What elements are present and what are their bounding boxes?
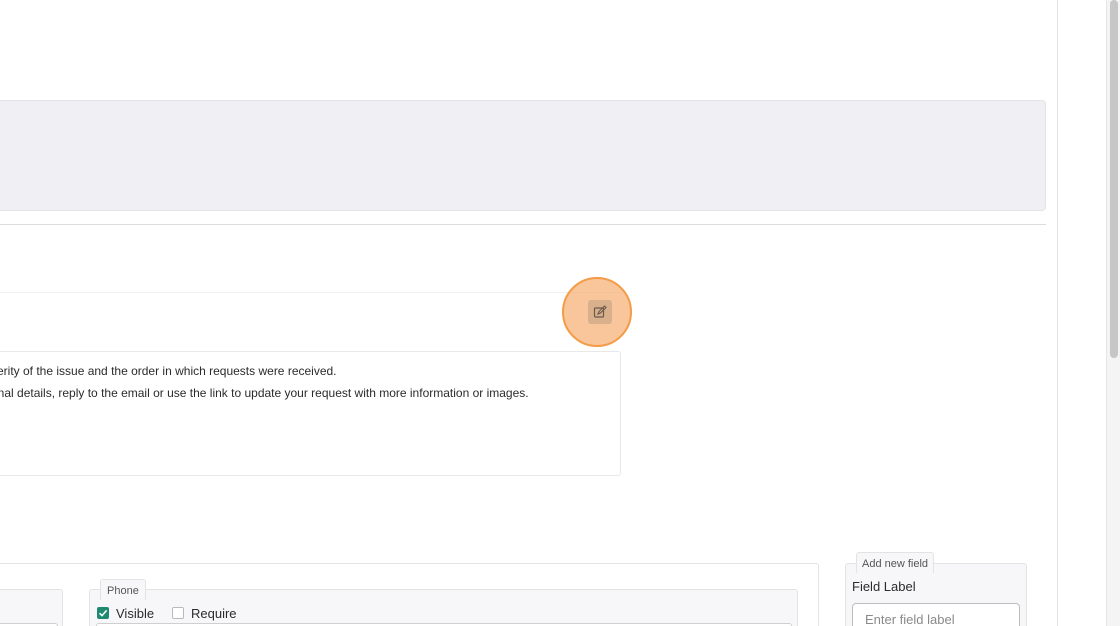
message-header — [0, 292, 621, 352]
add-new-field-title: Add new field — [856, 552, 935, 573]
phone-visible-toggle[interactable]: Visible — [97, 605, 154, 621]
phone-require-label: Require — [191, 605, 237, 621]
phone-require-checkbox[interactable] — [172, 607, 184, 619]
edit-message-button[interactable] — [588, 300, 612, 324]
message-line-2: onal details, reply to the email or use … — [0, 386, 529, 400]
phone-visible-checkbox[interactable] — [97, 607, 109, 619]
field-card-phone-title: Phone — [100, 579, 146, 600]
check-icon — [98, 609, 108, 617]
field-label-caption: Field Label — [852, 579, 916, 594]
page: verity of the issue and the order in whi… — [0, 0, 1120, 626]
field-card-previous — [0, 589, 63, 626]
phone-require-toggle[interactable]: Require — [172, 605, 237, 621]
scrollbar-thumb[interactable] — [1110, 0, 1118, 358]
edit-icon — [593, 305, 607, 318]
section-divider — [0, 224, 1046, 225]
confirmation-message-box: verity of the issue and the order in whi… — [0, 351, 621, 476]
message-line-1: verity of the issue and the order in whi… — [0, 364, 337, 378]
info-panel — [0, 100, 1046, 211]
field-label-input[interactable] — [852, 603, 1020, 626]
phone-visible-label: Visible — [116, 605, 155, 621]
